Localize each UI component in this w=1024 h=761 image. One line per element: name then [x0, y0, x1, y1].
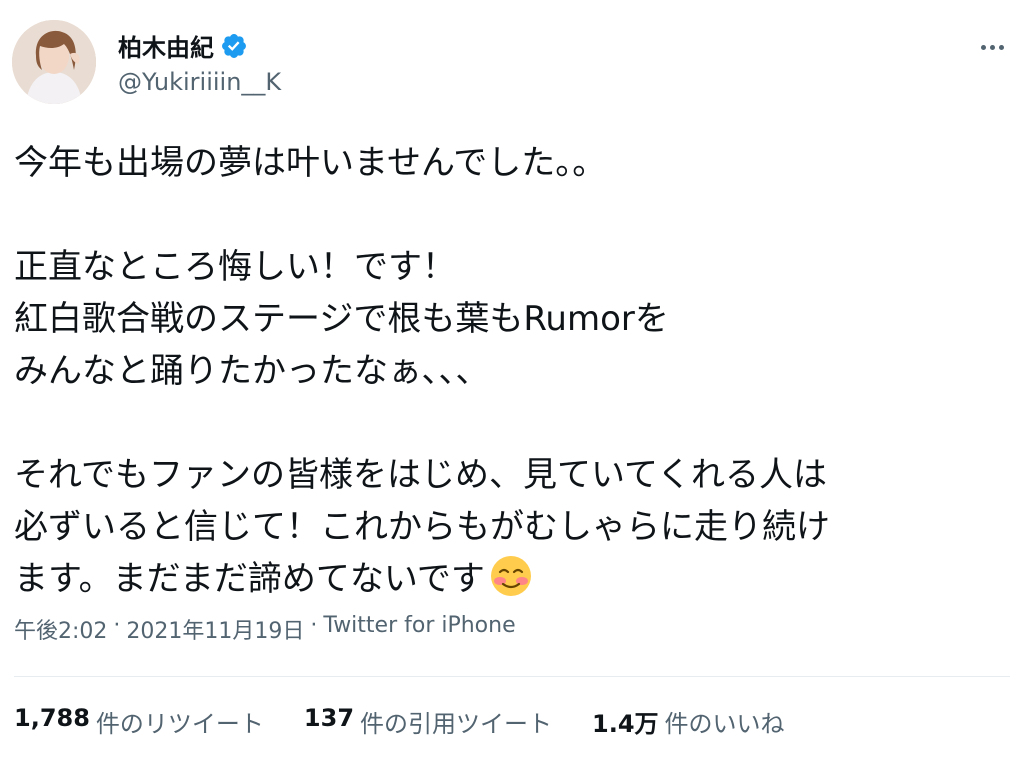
tweet-meta: 午後2:02 · 2021年11月19日 · Twitter for iPhon…: [14, 613, 516, 645]
smiling-face-with-blush-emoji-icon: [490, 556, 531, 596]
quotes-stat[interactable]: 137 件の引用ツイート: [304, 704, 552, 739]
quotes-label: 件の引用ツイート: [360, 710, 553, 738]
tweet-source[interactable]: Twitter for iPhone: [323, 613, 515, 645]
verified-badge-icon: [222, 33, 246, 58]
retweets-label: 件のリツイート: [95, 710, 264, 738]
meta-separator: ·: [113, 613, 121, 638]
tweet-header: 柏木由紀 @Yukiriiiin__K: [12, 18, 1012, 108]
profile-photo-icon: [12, 20, 96, 104]
display-name[interactable]: 柏木由紀: [118, 28, 214, 63]
retweets-count: 1,788: [14, 704, 90, 732]
divider: [14, 676, 1010, 677]
tweet-body: 今年も出場の夢は叶いませんでした。。 正直なところ悔しい！です！ 紅白歌合戦のス…: [14, 143, 830, 599]
likes-count: 1.4万: [592, 710, 659, 738]
retweets-stat[interactable]: 1,788 件のリツイート: [14, 704, 264, 739]
avatar[interactable]: [12, 20, 96, 104]
meta-separator: ·: [310, 613, 318, 638]
user-handle[interactable]: @Yukiriiiin__K: [118, 68, 281, 96]
tweet-text: 今年も出場の夢は叶いませんでした。。 正直なところ悔しい！です！ 紅白歌合戦のス…: [14, 137, 1004, 605]
name-row: 柏木由紀: [118, 28, 248, 63]
tweet-time[interactable]: 午後2:02: [14, 613, 107, 645]
quotes-count: 137: [303, 704, 355, 732]
likes-stat[interactable]: 1.4万 件のいいね: [592, 704, 785, 739]
more-icon[interactable]: [972, 32, 1012, 62]
tweet-stats: 1,788 件のリツイート 137 件の引用ツイート 1.4万 件のいいね: [14, 704, 785, 739]
likes-label: 件のいいね: [664, 710, 785, 738]
tweet-date[interactable]: 2021年11月19日: [126, 613, 304, 645]
